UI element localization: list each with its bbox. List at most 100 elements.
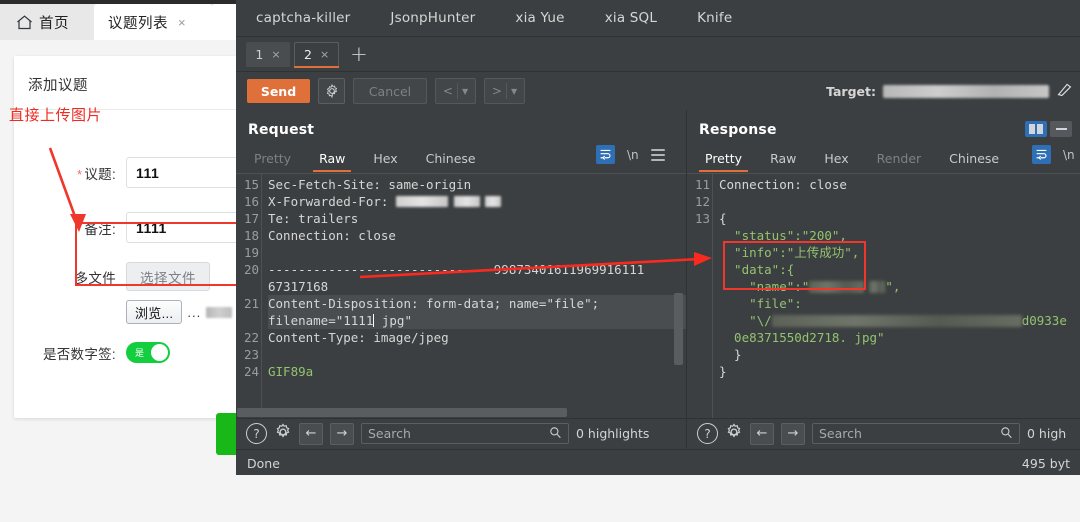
- hamburger-menu-icon[interactable]: [650, 148, 665, 161]
- file-dots: ...: [187, 304, 202, 320]
- repeater-tab-1-label: 1: [255, 46, 264, 62]
- repeater-tab-1-close-icon[interactable]: ×: [271, 48, 280, 61]
- code-line: ------------------------------9987340161…: [268, 262, 645, 277]
- code-line-selected: Content-Disposition: form-data; name="fi…: [268, 295, 686, 312]
- page-behind-bottom: [236, 475, 1080, 522]
- request-editor[interactable]: 15 16 17 18 19 20 21 22 23 24 Sec-Fetch-…: [236, 173, 686, 418]
- annotation-text: 直接上传图片: [9, 106, 103, 124]
- response-tab-hex[interactable]: Hex: [810, 148, 862, 169]
- burp-tab-jsonphunter[interactable]: JsonpHunter: [370, 10, 495, 26]
- burp-tab-xia-yue[interactable]: xia Yue: [495, 10, 584, 26]
- repeater-tab-2-close-icon[interactable]: ×: [320, 48, 329, 61]
- code-line: Content-Type: image/jpeg: [268, 330, 449, 345]
- split-view-icon[interactable]: [1025, 121, 1047, 137]
- response-code[interactable]: Connection: close { "status":"200", "inf…: [714, 174, 1080, 418]
- screenshot-root: 首页 议题列表 × 添加议题 * 议题: 111 备注: 1111 多文件 选择…: [0, 0, 1080, 522]
- response-tab-render[interactable]: Render: [863, 148, 936, 169]
- burp-tab-captcha-killer[interactable]: captcha-killer: [236, 10, 370, 26]
- gear-icon[interactable]: [274, 422, 292, 445]
- gear-icon[interactable]: [318, 78, 345, 104]
- line-no: 20: [243, 262, 259, 277]
- tab-close-icon[interactable]: ×: [178, 16, 186, 29]
- required-marker: *: [76, 166, 83, 182]
- submit-button[interactable]: [216, 413, 236, 455]
- next-arrow-icon: >: [491, 84, 502, 98]
- line-no: 18: [243, 228, 259, 243]
- repeater-tab-1[interactable]: 1 ×: [246, 41, 290, 67]
- code-line: "file":: [719, 296, 802, 311]
- request-tab-hex[interactable]: Hex: [359, 148, 411, 169]
- prev-dropdown-icon[interactable]: ▼: [462, 87, 468, 96]
- target-group: Target:: [826, 78, 1080, 104]
- burp-tab-knife[interactable]: Knife: [677, 10, 752, 26]
- code-line: }: [719, 347, 742, 362]
- response-editor[interactable]: 11 12 13 Connection: close { "status":"2…: [687, 173, 1080, 418]
- request-search-input[interactable]: Search: [361, 423, 569, 444]
- browse-button[interactable]: 浏览...: [126, 300, 183, 324]
- code-line: "\/d0933e: [719, 313, 1067, 328]
- send-button[interactable]: Send: [247, 79, 310, 103]
- code-line: }: [719, 364, 727, 379]
- next-request-button[interactable]: > ▼: [484, 78, 525, 104]
- gear-icon[interactable]: [725, 422, 743, 445]
- add-tab-button[interactable]: +: [350, 43, 368, 65]
- code-line: 0e8371550d2718. jpg": [719, 330, 885, 345]
- request-tab-pretty[interactable]: Pretty: [240, 148, 305, 169]
- help-icon[interactable]: ?: [246, 423, 267, 444]
- response-search-input[interactable]: Search: [812, 423, 1020, 444]
- request-horizontal-scrollbar[interactable]: [237, 408, 567, 417]
- magnifier-icon[interactable]: [1000, 424, 1013, 443]
- issue-title-input[interactable]: 111: [126, 157, 236, 188]
- annotation-box-response: [723, 241, 866, 290]
- arrow-left-icon[interactable]: ←: [299, 422, 323, 445]
- response-tab-chinese[interactable]: Chinese: [935, 148, 1013, 169]
- code-line: 67317168: [268, 279, 329, 294]
- arrow-right-icon[interactable]: →: [330, 422, 354, 445]
- cancel-button[interactable]: Cancel: [353, 78, 427, 104]
- help-icon[interactable]: ?: [697, 423, 718, 444]
- request-find-bar: ? ← → Search 0 highlights: [236, 418, 686, 448]
- request-search-placeholder: Search: [368, 426, 411, 441]
- magnifier-icon[interactable]: [549, 424, 562, 443]
- word-wrap-icon[interactable]: [596, 145, 615, 164]
- form-row-title: * 议题: 111: [14, 157, 236, 188]
- repeater-tab-2[interactable]: 2 ×: [294, 41, 340, 68]
- toggle-knob: [151, 344, 168, 361]
- line-no: 17: [243, 211, 259, 226]
- code-line: {: [719, 211, 727, 226]
- target-label: Target:: [826, 83, 876, 99]
- tab-home[interactable]: 首页: [8, 4, 92, 40]
- code-line: GIF89a: [268, 364, 314, 379]
- newline-toggle[interactable]: \n: [627, 148, 639, 162]
- arrow-right-icon[interactable]: →: [781, 422, 805, 445]
- burp-tab-xia-sql[interactable]: xia SQL: [585, 10, 677, 26]
- response-find-bar: ? ← → Search 0 high: [686, 418, 1080, 448]
- code-line: Connection: close: [268, 228, 396, 243]
- line-no: 21: [243, 296, 259, 311]
- request-view-tools: \n: [596, 145, 665, 164]
- arrow-left-icon[interactable]: ←: [750, 422, 774, 445]
- request-tab-raw[interactable]: Raw: [305, 148, 359, 172]
- stacked-view-icon[interactable]: [1050, 121, 1072, 137]
- digital-signature-toggle[interactable]: 是: [126, 342, 170, 363]
- request-highlight-count: 0 highlights: [576, 426, 650, 441]
- browser-window: 首页 议题列表 × 添加议题 * 议题: 111 备注: 1111 多文件 选择…: [0, 0, 236, 522]
- line-no: 15: [243, 177, 259, 192]
- pencil-icon[interactable]: [1056, 81, 1073, 102]
- next-dropdown-icon[interactable]: ▼: [511, 87, 517, 96]
- browser-tab-strip: 首页 议题列表 ×: [0, 4, 236, 40]
- request-vertical-scrollbar[interactable]: [674, 293, 683, 365]
- request-tab-chinese[interactable]: Chinese: [412, 148, 490, 169]
- prev-request-button[interactable]: < ▼: [435, 78, 476, 104]
- line-no: 24: [243, 364, 259, 379]
- response-tab-pretty[interactable]: Pretty: [691, 148, 756, 172]
- line-no: 11: [694, 177, 710, 192]
- newline-toggle[interactable]: \n: [1063, 148, 1075, 162]
- repeater-toolbar: Send Cancel < ▼ > ▼ Target:: [236, 72, 1080, 111]
- request-code[interactable]: Sec-Fetch-Site: same-origin X-Forwarded-…: [263, 174, 686, 418]
- word-wrap-icon[interactable]: [1032, 145, 1051, 164]
- code-line: Sec-Fetch-Site: same-origin: [268, 177, 472, 192]
- status-right: 495 byt: [1021, 455, 1070, 471]
- response-tab-raw[interactable]: Raw: [756, 148, 810, 169]
- tab-issue-list[interactable]: 议题列表 ×: [94, 4, 212, 40]
